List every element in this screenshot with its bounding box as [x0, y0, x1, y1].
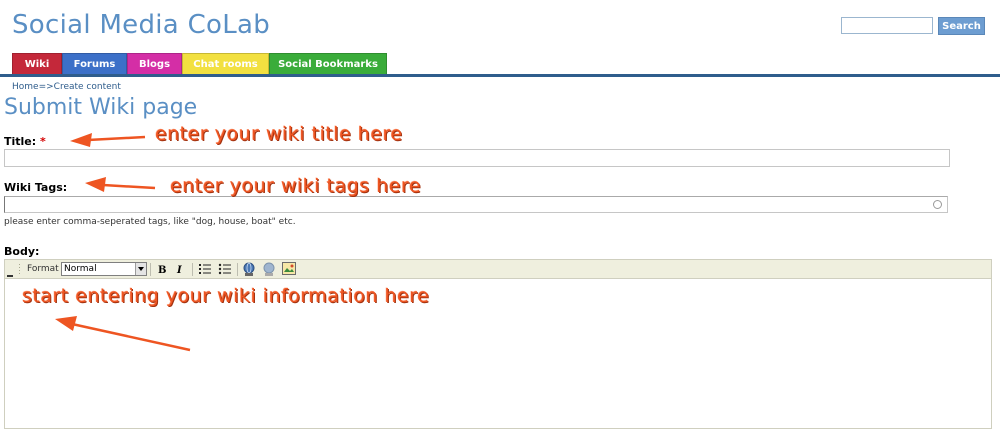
arrow-to-title — [70, 133, 146, 147]
annotation-arrows — [55, 133, 191, 352]
arrow-to-body — [55, 316, 191, 352]
arrow-to-tags — [85, 177, 156, 192]
